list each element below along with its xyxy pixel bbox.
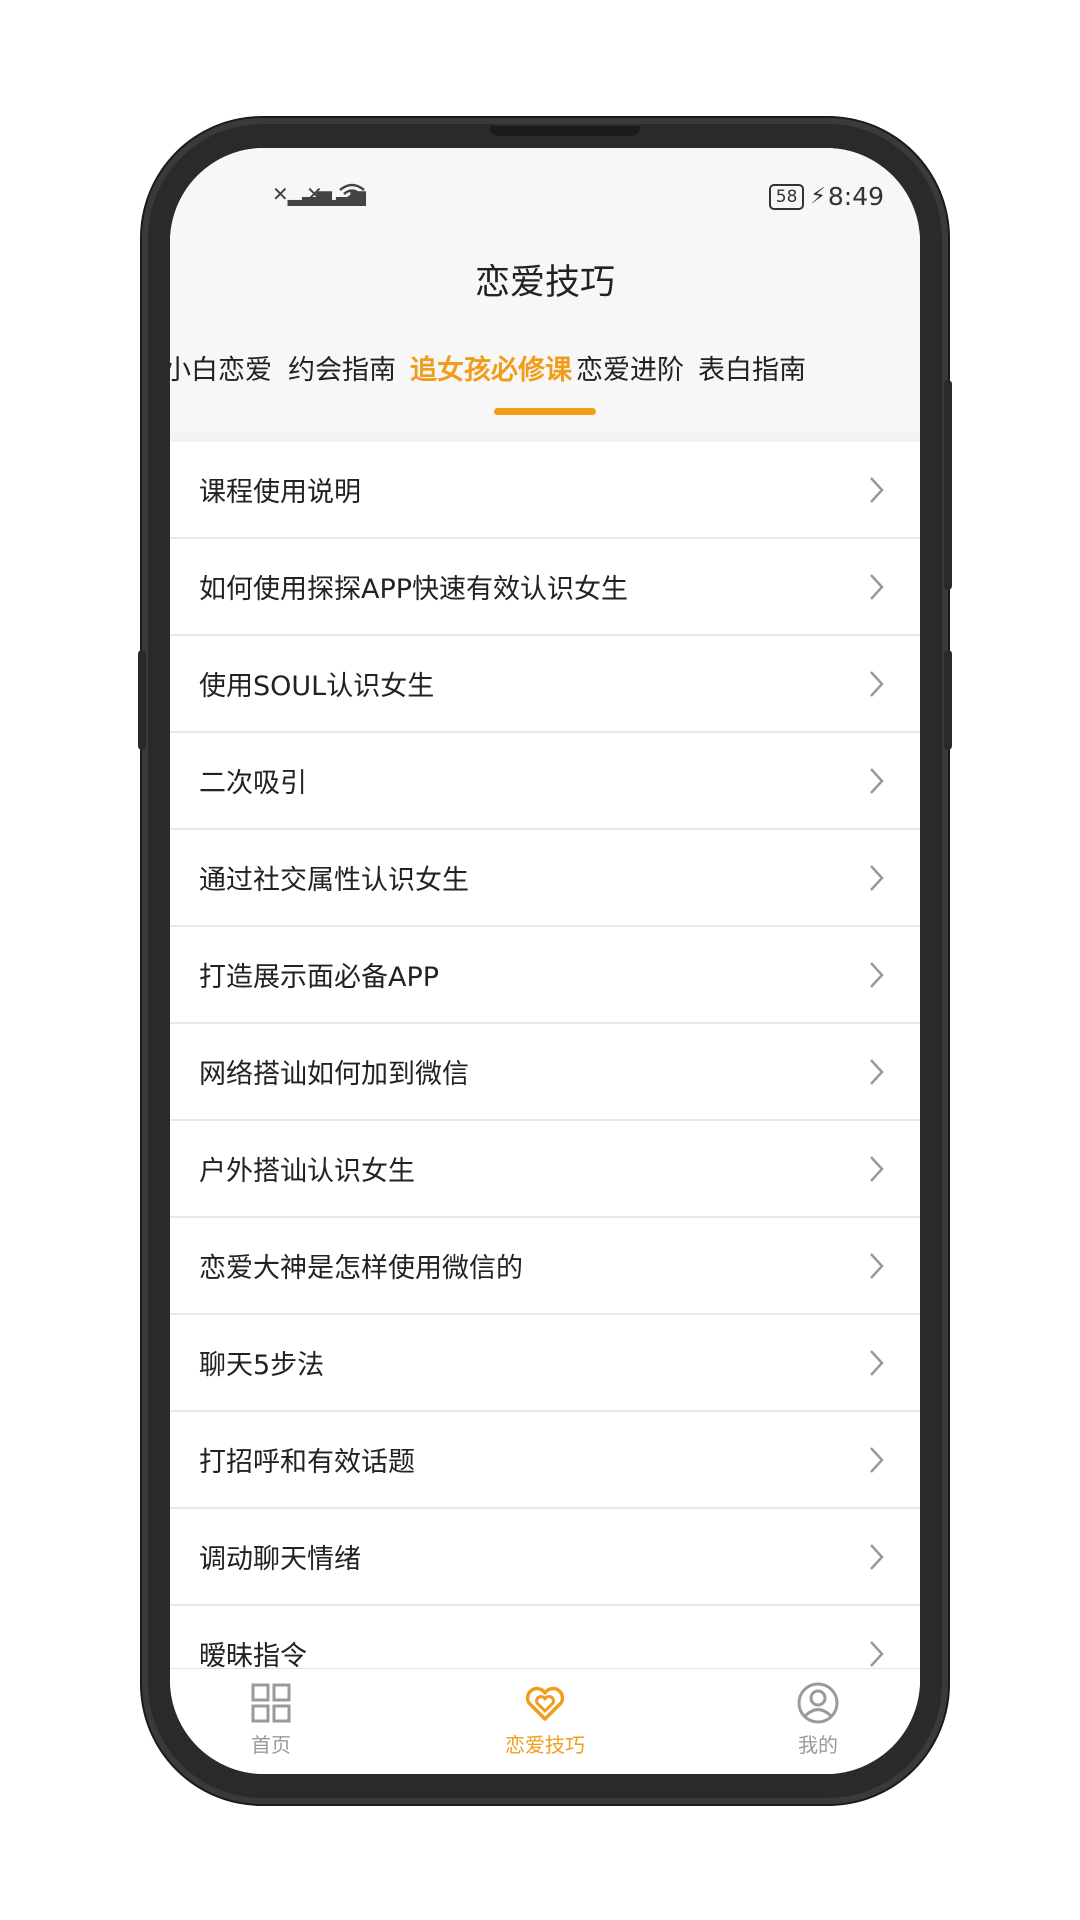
status-right: 58 ⚡ 8:49 [768, 182, 884, 211]
chevron-right-icon [870, 1059, 884, 1085]
tabbar-mine[interactable]: 我的 [738, 1679, 898, 1758]
tab-confession-guide[interactable]: 表白指南 [698, 348, 806, 387]
active-tab-indicator [494, 408, 596, 415]
list-item[interactable]: 聊天5步法 [170, 1315, 920, 1412]
list-item-label: 通过社交属性认识女生 [199, 865, 469, 896]
tabbar-home[interactable]: 首页 [191, 1679, 351, 1758]
speaker-notch [490, 126, 640, 136]
chevron-right-icon [870, 1447, 884, 1473]
list-item-label: 打造展示面必备APP [199, 962, 440, 993]
list-item[interactable]: 使用SOUL认识女生 [170, 636, 920, 733]
charging-icon: ⚡ [810, 184, 826, 209]
list-item[interactable]: 通过社交属性认识女生 [170, 830, 920, 927]
list-item-label: 使用SOUL认识女生 [199, 671, 435, 702]
tab-dating-guide[interactable]: 约会指南 [288, 348, 396, 387]
grid-icon [251, 1683, 291, 1723]
chevron-right-icon [870, 865, 884, 891]
list-item-label: 二次吸引 [199, 768, 307, 799]
tabbar-mine-label: 我的 [798, 1733, 838, 1757]
status-time: 8:49 [827, 182, 884, 211]
chevron-right-icon [870, 1544, 884, 1570]
list-item[interactable]: 课程使用说明 [170, 442, 920, 539]
category-tabs: 小白恋爱 约会指南 追女孩必修课 恋爱进阶 表白指南 [170, 322, 920, 432]
list-item[interactable]: 调动聊天情绪 [170, 1509, 920, 1606]
tabbar-tips[interactable]: 恋爱技巧 [465, 1679, 625, 1758]
chevron-right-icon [870, 477, 884, 503]
user-icon [797, 1682, 839, 1724]
status-bar: ✕▂▃▅ ✕▂▃▅ 58 ⚡ 8:49 [170, 148, 920, 244]
tab-pursuit-course[interactable]: 追女孩必修课 [410, 348, 572, 387]
chevron-right-icon [870, 1350, 884, 1376]
list-item[interactable]: 恋爱大神是怎样使用微信的 [170, 1218, 920, 1315]
list-item-label: 课程使用说明 [199, 477, 361, 508]
bottom-tab-bar: 首页 恋爱技巧 我的 [170, 1668, 920, 1774]
list-item[interactable]: 二次吸引 [170, 733, 920, 830]
battery-indicator: 58 [768, 183, 805, 210]
list-item-label: 聊天5步法 [199, 1350, 325, 1381]
list-item[interactable]: 户外搭讪认识女生 [170, 1121, 920, 1218]
list-item-label: 户外搭讪认识女生 [199, 1156, 415, 1187]
screen: ✕▂▃▅ ✕▂▃▅ 58 ⚡ 8:49 恋爱技巧 小白恋爱 约会指南 追女孩必修… [170, 148, 920, 1774]
phone-volume-button [944, 380, 952, 590]
list-item-label: 恋爱大神是怎样使用微信的 [199, 1253, 523, 1284]
list-item-label: 调动聊天情绪 [199, 1544, 361, 1575]
chevron-right-icon [870, 1253, 884, 1279]
tab-xiaobai[interactable]: 小白恋爱 [170, 348, 272, 387]
chevron-right-icon [870, 671, 884, 697]
list-item-label: 如何使用探探APP快速有效认识女生 [199, 574, 629, 605]
tabbar-tips-label: 恋爱技巧 [505, 1733, 585, 1757]
chevron-right-icon [870, 1156, 884, 1182]
chevron-right-icon [870, 962, 884, 988]
section-divider [170, 432, 920, 442]
chevron-right-icon [870, 1641, 884, 1667]
phone-power-button [944, 650, 952, 750]
list-item-label: 打招呼和有效话题 [199, 1447, 415, 1478]
list-item[interactable]: 打造展示面必备APP [170, 927, 920, 1024]
chevron-right-icon [870, 574, 884, 600]
list-item[interactable]: 打招呼和有效话题 [170, 1412, 920, 1509]
tab-advanced[interactable]: 恋爱进阶 [576, 348, 684, 387]
wifi-icon [339, 183, 365, 204]
heart-icon [525, 1686, 565, 1721]
chevron-right-icon [870, 768, 884, 794]
phone-side-button [138, 650, 146, 750]
list-item-label: 网络搭讪如何加到微信 [199, 1059, 469, 1090]
tabbar-home-label: 首页 [251, 1733, 291, 1757]
list-item[interactable]: 网络搭讪如何加到微信 [170, 1024, 920, 1121]
course-list: 课程使用说明 如何使用探探APP快速有效认识女生 使用SOUL认识女生 二次吸引… [170, 442, 920, 1703]
list-item[interactable]: 如何使用探探APP快速有效认识女生 [170, 539, 920, 636]
page-title: 恋爱技巧 [170, 244, 920, 322]
